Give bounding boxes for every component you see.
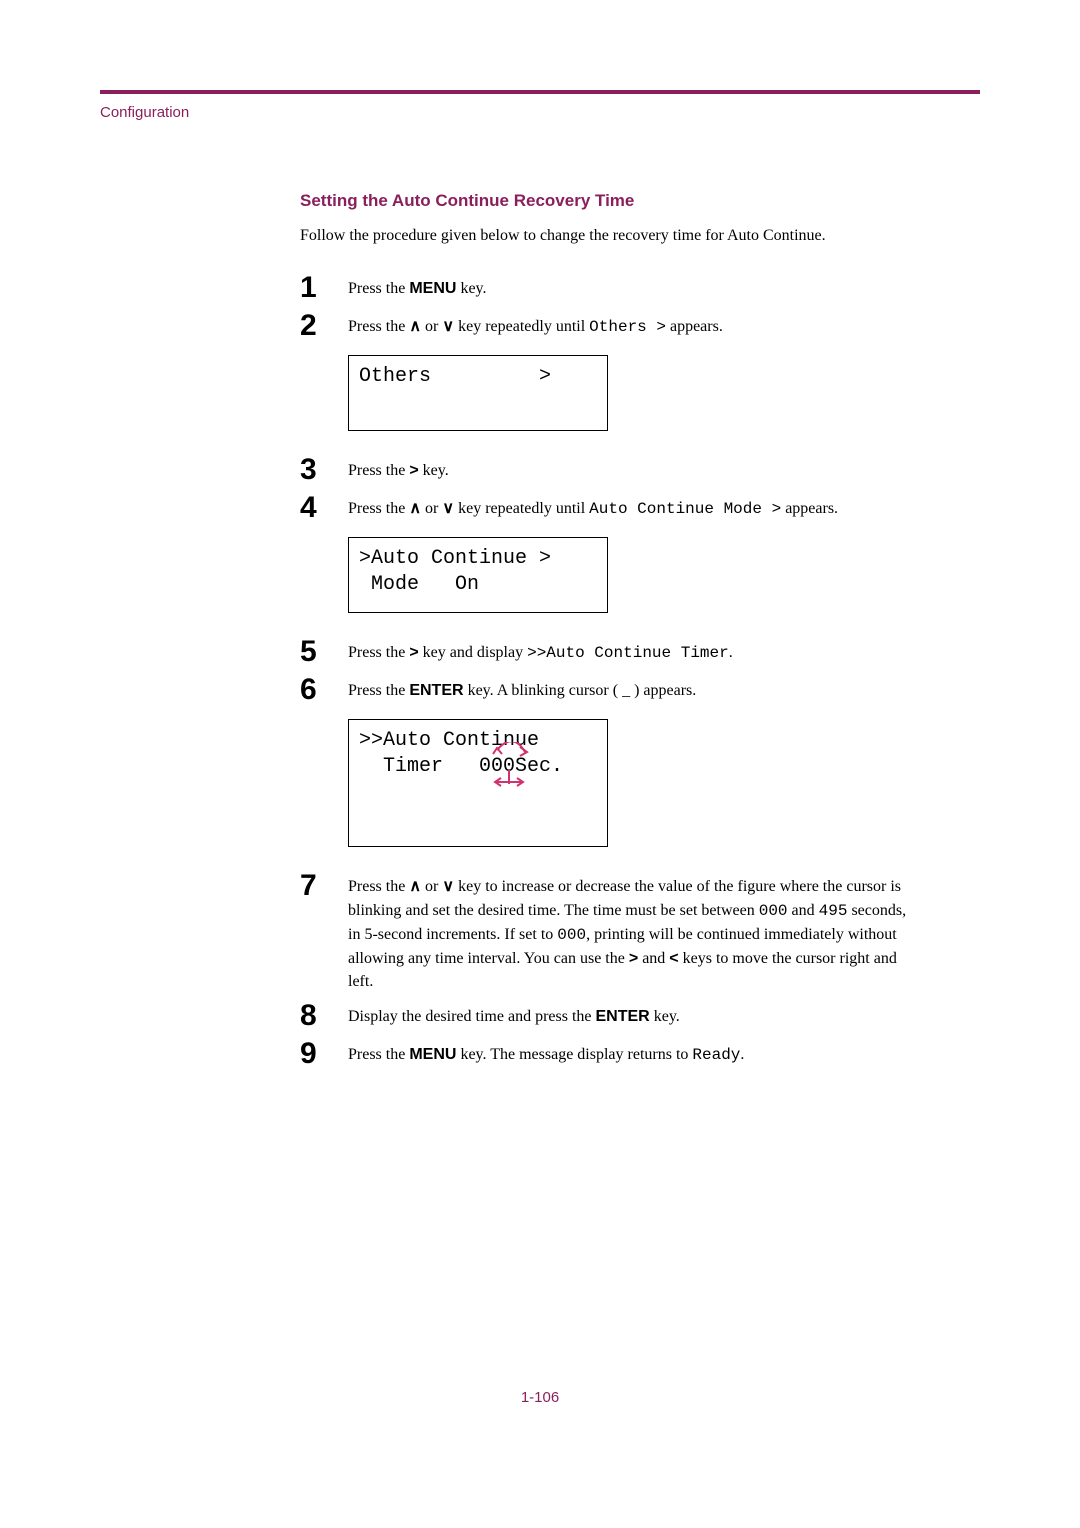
display-text: Ready bbox=[692, 1046, 740, 1064]
down-arrow-icon: ∨ bbox=[442, 318, 454, 335]
step-number: 5 bbox=[300, 635, 348, 667]
step-4: 4 Press the ∧ or ∨ key repeatedly until … bbox=[300, 491, 920, 523]
text: appears. bbox=[781, 500, 838, 517]
display-text: >>Auto Continue Timer bbox=[527, 644, 729, 662]
display-text: Others > bbox=[589, 318, 666, 336]
step-body: Press the ∧ or ∨ key repeatedly until Au… bbox=[348, 491, 920, 521]
section-label: Configuration bbox=[100, 104, 980, 121]
text: Press the bbox=[348, 878, 409, 895]
text: key and display bbox=[419, 644, 527, 661]
text: Press the bbox=[348, 462, 409, 479]
step-body: Display the desired time and press the E… bbox=[348, 999, 920, 1028]
key-name: MENU bbox=[409, 1046, 456, 1063]
step-number: 8 bbox=[300, 999, 348, 1031]
text: or bbox=[421, 500, 442, 517]
text: . bbox=[729, 644, 733, 661]
step-6: 6 Press the ENTER key. A blinking cursor… bbox=[300, 673, 920, 705]
text: Press the bbox=[348, 644, 409, 661]
top-rule bbox=[100, 90, 980, 94]
text: Press the bbox=[348, 500, 409, 517]
key-name: > bbox=[629, 950, 638, 967]
step-5: 5 Press the > key and display >>Auto Con… bbox=[300, 635, 920, 667]
step-body: Press the MENU key. The message display … bbox=[348, 1037, 920, 1067]
step-body: Press the ∧ or ∨ key repeatedly until Ot… bbox=[348, 309, 920, 339]
step-3: 3 Press the > key. bbox=[300, 453, 920, 485]
up-arrow-icon: ∧ bbox=[409, 318, 421, 335]
text: and bbox=[788, 902, 819, 919]
key-name: < bbox=[669, 950, 678, 967]
step-number: 4 bbox=[300, 491, 348, 523]
text: or bbox=[421, 318, 442, 335]
mono-value: 000 bbox=[759, 902, 788, 920]
text: Display the desired time and press the bbox=[348, 1008, 596, 1025]
key-name: MENU bbox=[409, 280, 456, 297]
mono-value: 000 bbox=[557, 926, 586, 944]
down-arrow-icon: ∨ bbox=[442, 500, 454, 517]
step-body: Press the ∧ or ∨ key to increase or decr… bbox=[348, 869, 920, 993]
step-2: 2 Press the ∧ or ∨ key repeatedly until … bbox=[300, 309, 920, 341]
step-body: Press the > key. bbox=[348, 453, 920, 482]
step-1: 1 Press the MENU key. bbox=[300, 271, 920, 303]
up-arrow-icon: ∧ bbox=[409, 878, 421, 895]
lcd-line: Mode On bbox=[359, 573, 479, 596]
lcd-screen-auto-continue-mode: >Auto Continue > Mode On bbox=[348, 537, 608, 613]
lcd-screen-others: Others > bbox=[348, 355, 608, 431]
step-number: 1 bbox=[300, 271, 348, 303]
display-text: Auto Continue Mode > bbox=[589, 500, 781, 518]
text: key repeatedly until bbox=[454, 318, 589, 335]
down-arrow-icon: ∨ bbox=[442, 878, 454, 895]
lcd-line: Others > bbox=[359, 365, 551, 388]
step-body: Press the > key and display >>Auto Conti… bbox=[348, 635, 920, 665]
key-name: ENTER bbox=[409, 682, 463, 699]
lcd-screen-auto-continue-timer: >>Auto Continue Timer 000Sec. bbox=[348, 719, 608, 847]
text: key. bbox=[650, 1008, 680, 1025]
heading: Setting the Auto Continue Recovery Time bbox=[300, 191, 920, 211]
text: key. bbox=[456, 280, 486, 297]
text: Press the bbox=[348, 1046, 409, 1063]
text: Press the bbox=[348, 318, 409, 335]
intro-text: Follow the procedure given below to chan… bbox=[300, 225, 920, 247]
text: key. The message display returns to bbox=[456, 1046, 692, 1063]
step-7: 7 Press the ∧ or ∨ key to increase or de… bbox=[300, 869, 920, 993]
step-number: 6 bbox=[300, 673, 348, 705]
step-9: 9 Press the MENU key. The message displa… bbox=[300, 1037, 920, 1069]
key-name: > bbox=[409, 644, 418, 661]
text: Press the bbox=[348, 280, 409, 297]
step-8: 8 Display the desired time and press the… bbox=[300, 999, 920, 1031]
text: key. A blinking cursor ( _ ) appears. bbox=[464, 682, 697, 699]
lcd-line: >Auto Continue > bbox=[359, 547, 551, 570]
text: Press the bbox=[348, 682, 409, 699]
cursor-callout-icon bbox=[487, 742, 537, 792]
step-number: 7 bbox=[300, 869, 348, 901]
mono-value: 495 bbox=[819, 902, 848, 920]
step-number: 2 bbox=[300, 309, 348, 341]
up-arrow-icon: ∧ bbox=[409, 500, 421, 517]
text: or bbox=[421, 878, 442, 895]
text: appears. bbox=[666, 318, 723, 335]
text: key repeatedly until bbox=[454, 500, 589, 517]
text: key. bbox=[419, 462, 449, 479]
step-number: 3 bbox=[300, 453, 348, 485]
step-number: 9 bbox=[300, 1037, 348, 1069]
step-body: Press the MENU key. bbox=[348, 271, 920, 300]
page-number: 1-106 bbox=[100, 1389, 980, 1406]
key-name: > bbox=[409, 462, 418, 479]
step-body: Press the ENTER key. A blinking cursor (… bbox=[348, 673, 920, 702]
text: and bbox=[638, 950, 669, 967]
text: . bbox=[740, 1046, 744, 1063]
key-name: ENTER bbox=[596, 1008, 650, 1025]
